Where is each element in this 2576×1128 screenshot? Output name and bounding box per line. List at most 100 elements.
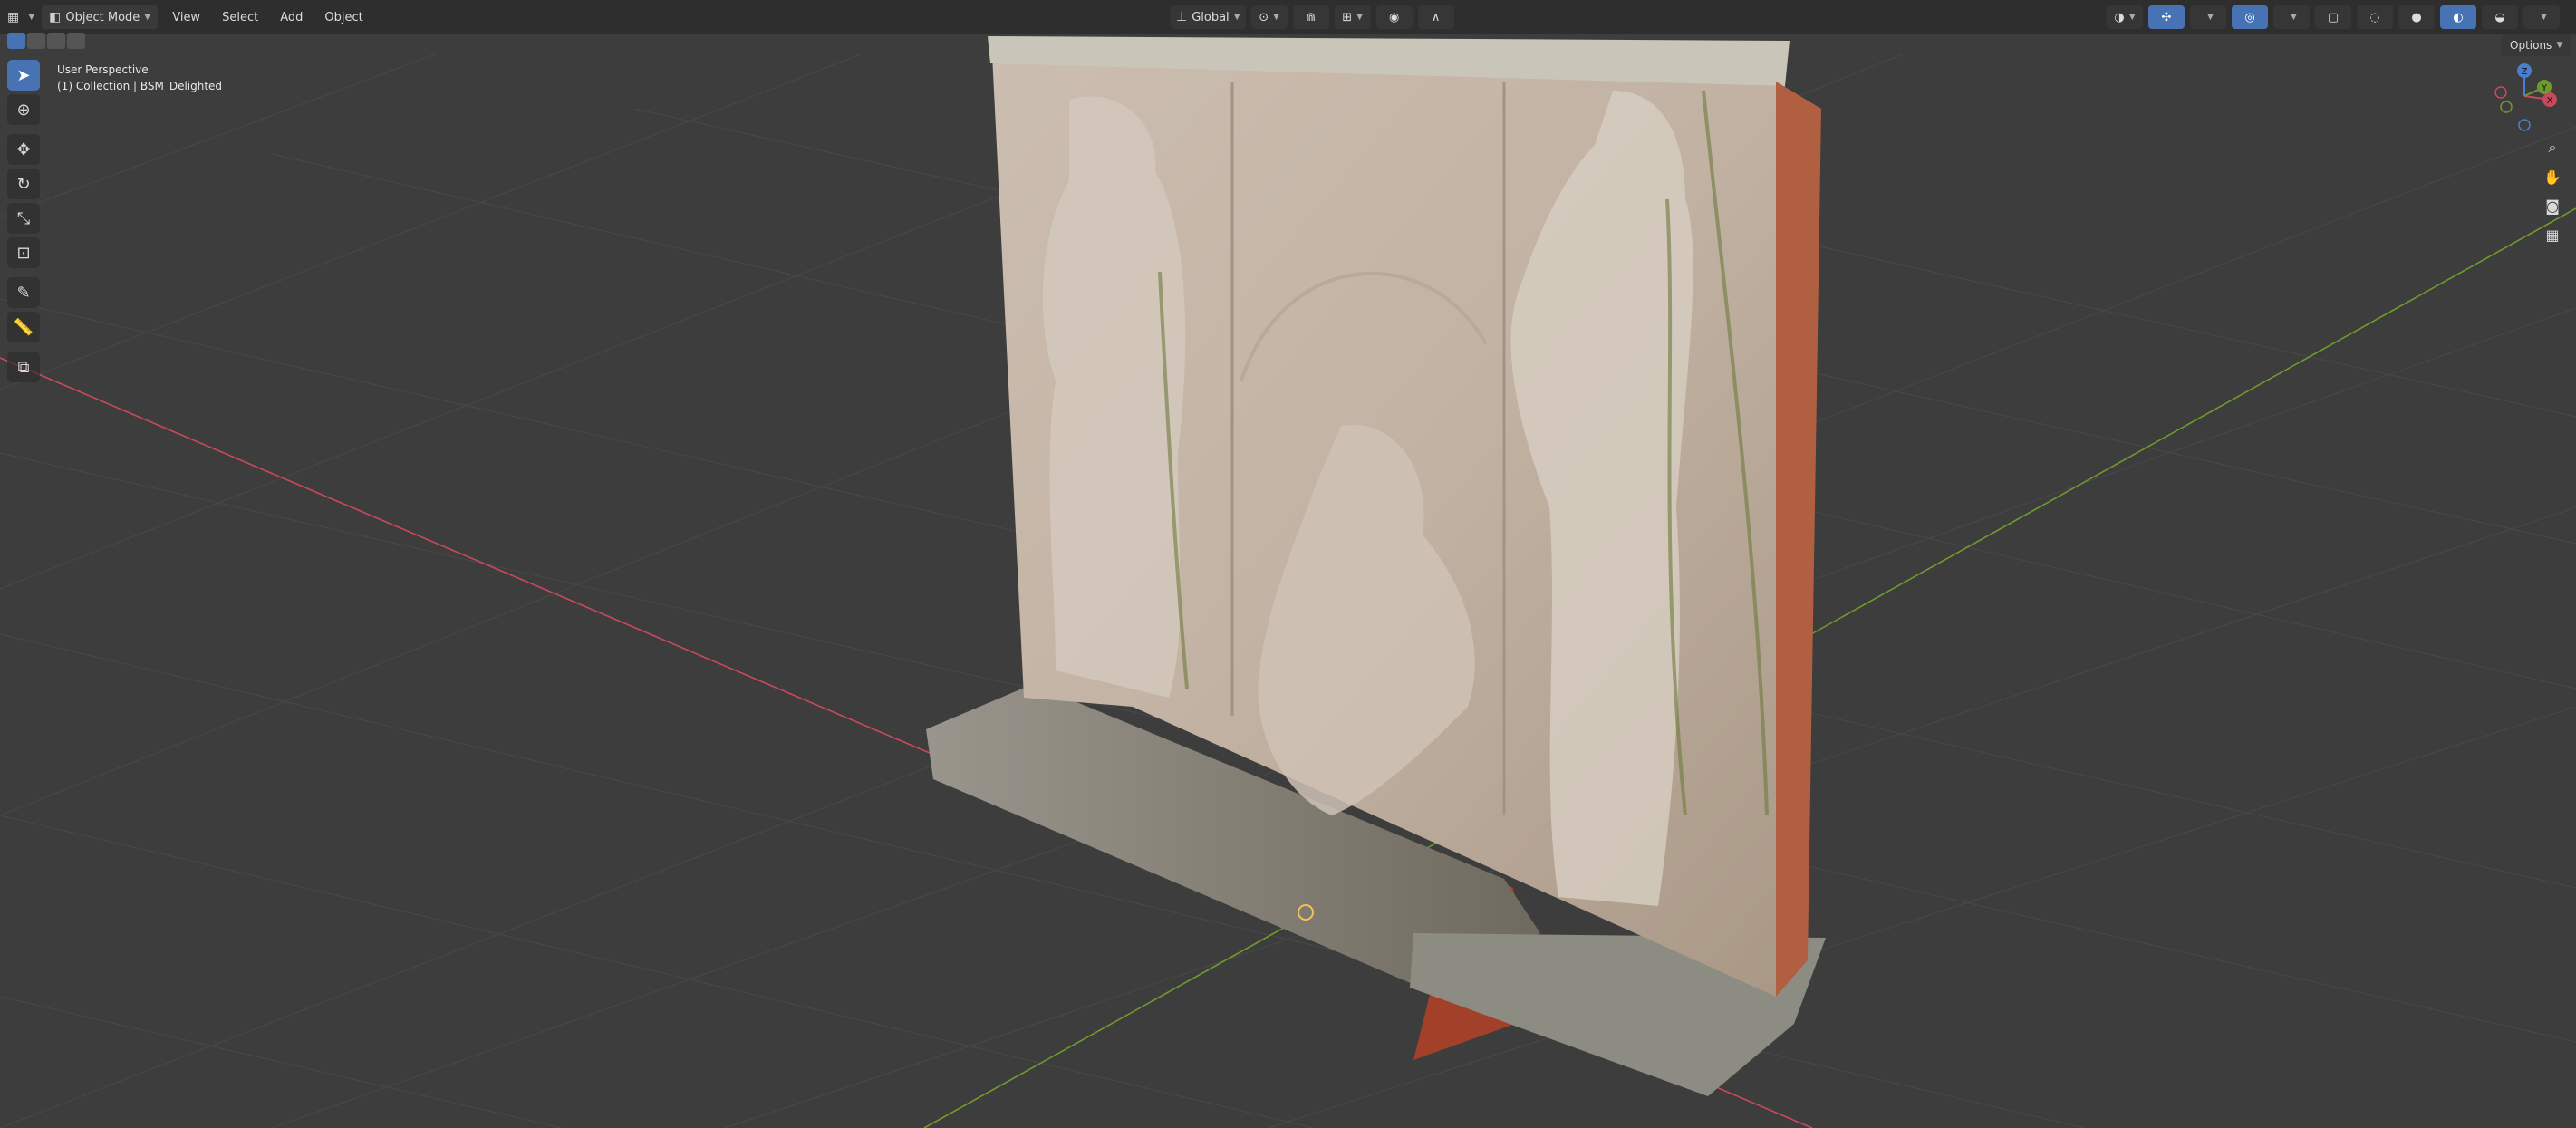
- menu-select[interactable]: Select: [211, 11, 269, 24]
- snap-toggle[interactable]: ⋒: [1292, 5, 1329, 29]
- viewport-header: ▦ ▼ ◧ Object Mode ▼ View Select Add Objec…: [0, 0, 2576, 34]
- orientation-dropdown[interactable]: ⊥ Global ▼: [1171, 5, 1246, 29]
- select-subtract-button[interactable]: [47, 33, 65, 49]
- ruler-icon: 📏: [13, 317, 34, 337]
- snap-dropdown[interactable]: ⊞ ▼: [1334, 5, 1371, 29]
- ortho-toggle-button[interactable]: ▦: [2539, 221, 2566, 248]
- camera-icon: ◙: [2545, 197, 2560, 215]
- shading-solid[interactable]: ●: [2398, 5, 2435, 29]
- gizmo-toggle[interactable]: ✣: [2148, 5, 2185, 29]
- proportional-edit-toggle[interactable]: ◉: [1375, 5, 1413, 29]
- pan-button[interactable]: ✋: [2539, 163, 2566, 190]
- visibility-dropdown[interactable]: ◑ ▼: [2107, 5, 2143, 29]
- snap-grid-icon: ⊞: [1342, 10, 1353, 24]
- overlays-dropdown[interactable]: ▼: [2273, 5, 2310, 29]
- tool-shelf: ➤ ⊕ ✥ ↻ ⤡ ⊡ ✎ 📏 ⧉: [7, 60, 40, 386]
- shading-wireframe[interactable]: ◌: [2357, 5, 2393, 29]
- magnifier-icon: ⌕: [2548, 139, 2557, 156]
- eye-icon: ◑: [2114, 10, 2125, 24]
- select-extend-button[interactable]: [27, 33, 45, 49]
- move-tool[interactable]: ✥: [7, 134, 40, 165]
- object-mode-icon: ◧: [49, 10, 62, 24]
- viewport-display-tools: ◑ ▼ ✣ ▼ ◎ ▼ ▢ ◌ ● ◐ ◒ ▼: [2107, 5, 2560, 29]
- scale-tool[interactable]: ⤡: [7, 203, 40, 234]
- select-new-button[interactable]: [7, 33, 25, 49]
- orientation-label: Global: [1192, 10, 1230, 24]
- gizmo-dropdown[interactable]: ▼: [2190, 5, 2226, 29]
- rotate-tool[interactable]: ↻: [7, 169, 40, 199]
- transform-tool[interactable]: ⊡: [7, 237, 40, 268]
- options-dropdown[interactable]: Options ▼: [2501, 34, 2572, 56]
- menu-view[interactable]: View: [161, 11, 211, 24]
- pencil-icon: ✎: [16, 283, 31, 303]
- falloff-curve-icon: ∧: [1431, 10, 1441, 24]
- move-arrows-icon: ✥: [16, 140, 31, 159]
- chevron-down-icon: ▼: [2128, 13, 2136, 22]
- pivot-dropdown[interactable]: ⊙ ▼: [1250, 5, 1288, 29]
- select-intersect-button[interactable]: [67, 33, 85, 49]
- transform-icon: ⊡: [16, 243, 31, 263]
- gizmo-neg-z[interactable]: [2518, 119, 2531, 131]
- mode-dropdown[interactable]: ◧ Object Mode ▼: [42, 5, 159, 29]
- cursor-tool[interactable]: ⊕: [7, 94, 40, 125]
- overlays-icon: ◎: [2244, 10, 2255, 24]
- shading-rendered[interactable]: ◒: [2482, 5, 2518, 29]
- chevron-down-icon: ▼: [1356, 13, 1364, 22]
- gizmo-icon: ✣: [2161, 10, 2172, 24]
- scale-icon: ⤡: [16, 208, 31, 228]
- rendered-sphere-icon: ◒: [2494, 10, 2505, 24]
- xray-toggle[interactable]: ▢: [2315, 5, 2351, 29]
- proportional-icon: ◉: [1388, 10, 1400, 24]
- navigation-controls: ⌕ ✋ ◙ ▦: [2539, 134, 2566, 250]
- chevron-down-icon: ▼: [2556, 41, 2563, 50]
- overlays-toggle[interactable]: ◎: [2232, 5, 2268, 29]
- collection-label: (1) Collection | BSM_Delighted: [57, 80, 223, 92]
- shading-dropdown[interactable]: ▼: [2523, 5, 2560, 29]
- mode-label: Object Mode: [65, 10, 140, 24]
- select-box-tool[interactable]: ➤: [7, 60, 40, 91]
- zoom-button[interactable]: ⌕: [2539, 134, 2566, 161]
- falloff-dropdown[interactable]: ∧: [1417, 5, 1454, 29]
- orientation-icon: ⊥: [1176, 10, 1188, 24]
- magnet-icon: ⋒: [1306, 10, 1317, 24]
- viewport-info: User Perspective (1) Collection | BSM_De…: [57, 62, 222, 94]
- wireframe-sphere-icon: ◌: [2369, 10, 2380, 24]
- shading-material[interactable]: ◐: [2440, 5, 2476, 29]
- chevron-down-icon: ▼: [1273, 13, 1280, 22]
- xray-icon: ▢: [2327, 10, 2340, 24]
- measure-tool[interactable]: 📏: [7, 312, 40, 342]
- editor-type-button[interactable]: ▦ ▼: [0, 5, 42, 29]
- material-sphere-icon: ◐: [2453, 10, 2464, 24]
- gizmo-neg-x[interactable]: [2494, 86, 2507, 99]
- navigation-gizmo[interactable]: X Y Z: [2488, 60, 2561, 132]
- add-cube-tool[interactable]: ⧉: [7, 352, 40, 382]
- gizmo-z-label: Z: [2522, 67, 2528, 77]
- chevron-down-icon: ▼: [1233, 13, 1240, 22]
- viewport-icon: ▦: [7, 10, 20, 24]
- grid-icon: ▦: [2545, 226, 2560, 244]
- menu-add[interactable]: Add: [269, 11, 314, 24]
- chevron-down-icon: ▼: [2207, 13, 2214, 22]
- 3d-viewport[interactable]: [0, 0, 2576, 1128]
- selection-mode-buttons: [7, 33, 85, 49]
- chevron-down-icon: ▼: [144, 13, 151, 22]
- chevron-down-icon: ▼: [28, 13, 35, 22]
- options-label: Options: [2510, 39, 2552, 52]
- 3d-cursor-icon: ⊕: [16, 100, 31, 120]
- annotate-tool[interactable]: ✎: [7, 277, 40, 308]
- rotate-icon: ↻: [16, 174, 31, 194]
- solid-sphere-icon: ●: [2411, 10, 2422, 24]
- menu-object[interactable]: Object: [314, 11, 373, 24]
- chevron-down-icon: ▼: [2291, 13, 2297, 22]
- gizmo-x-label: X: [2547, 96, 2553, 106]
- pivot-icon: ⊙: [1259, 10, 1269, 24]
- hand-icon: ✋: [2543, 168, 2562, 186]
- chevron-down-icon: ▼: [2541, 13, 2547, 22]
- perspective-label: User Perspective: [57, 63, 149, 76]
- cursor-arrow-icon: ➤: [16, 65, 31, 85]
- camera-view-button[interactable]: ◙: [2539, 192, 2566, 219]
- gizmo-y-label: Y: [2541, 83, 2548, 93]
- add-cube-icon: ⧉: [17, 357, 30, 377]
- transform-tools: ⊥ Global ▼ ⊙ ▼ ⋒ ⊞ ▼ ◉ ∧: [1171, 5, 1454, 29]
- gizmo-neg-y[interactable]: [2500, 101, 2513, 113]
